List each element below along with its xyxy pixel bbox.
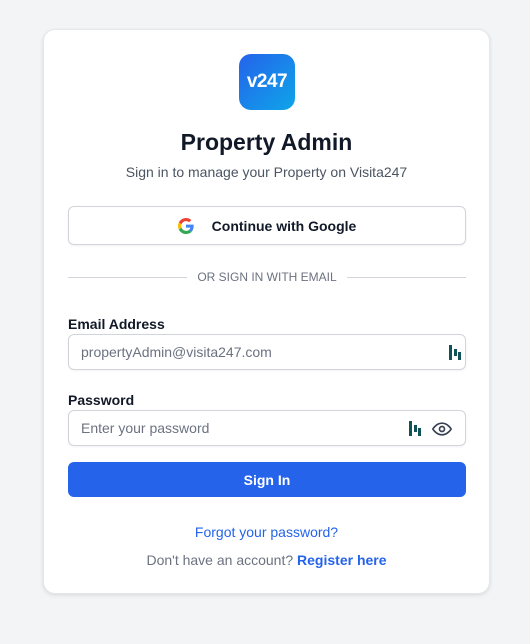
password-field[interactable] [69,411,465,445]
email-divider: OR SIGN IN WITH EMAIL [68,270,466,284]
google-button-label: Continue with Google [211,217,357,234]
password-manager-icon[interactable] [449,345,461,360]
password-label: Password [68,392,135,408]
divider-line-right [346,276,466,278]
register-row: Don't have an account? Register here [44,552,489,568]
sign-in-button[interactable]: Sign In [68,462,466,497]
email-field[interactable] [69,335,465,369]
register-prompt: Don't have an account? [146,552,298,568]
logo-text: v247 [246,71,288,92]
divider-line-left [68,276,188,278]
email-field-wrapper [68,334,466,370]
password-manager-icon[interactable] [409,421,421,436]
password-field-wrapper [68,410,466,446]
login-card: v247 Property Admin Sign in to manage yo… [43,29,490,594]
page-title: Property Admin [180,129,353,155]
forgot-password-row: Forgot your password? [44,524,489,540]
forgot-password-link[interactable]: Forgot your password? [195,524,338,540]
register-link[interactable]: Register here [297,552,386,568]
eye-icon[interactable] [432,419,452,439]
google-icon [177,217,194,234]
page-subtitle: Sign in to manage your Property on Visit… [125,164,408,180]
app-logo: v247 [239,54,295,110]
divider-text: OR SIGN IN WITH EMAIL [197,270,337,284]
continue-with-google-button[interactable]: Continue with Google [68,206,466,245]
email-label: Email Address [68,316,165,332]
